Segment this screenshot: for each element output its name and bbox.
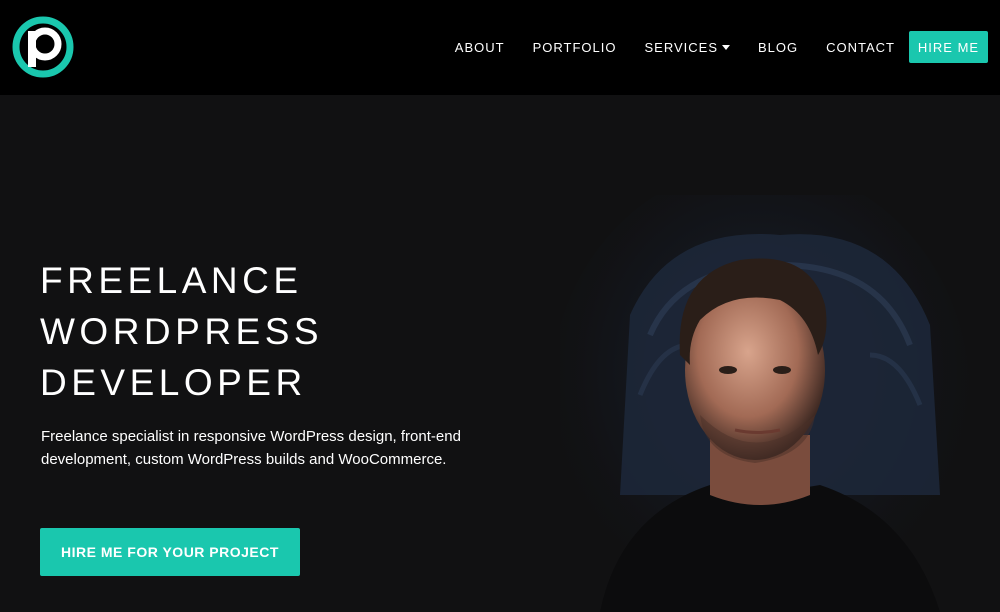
nav-about[interactable]: ABOUT (455, 40, 505, 55)
main-nav: ABOUT PORTFOLIO SERVICES BLOG CONTACT HI… (455, 31, 988, 63)
nav-services[interactable]: SERVICES (644, 40, 730, 55)
nav-services-label: SERVICES (644, 39, 718, 55)
hero-title-line-3: DEVELOPER (40, 362, 307, 403)
p-logo-icon[interactable] (12, 16, 74, 78)
nav-blog[interactable]: BLOG (758, 40, 798, 55)
hero-title-line-2: WORDPRESS (40, 311, 324, 352)
developer-portrait-image (560, 195, 970, 612)
caret-down-icon (722, 45, 730, 50)
hero-title: FREELANCE WORDPRESS DEVELOPER (40, 255, 323, 408)
nav-portfolio[interactable]: PORTFOLIO (533, 40, 617, 55)
hire-me-for-project-button[interactable]: HIRE ME FOR YOUR PROJECT (40, 528, 300, 576)
hire-me-button[interactable]: HIRE ME (909, 31, 988, 63)
hero-description: Freelance specialist in responsive WordP… (41, 428, 461, 468)
site-header: ABOUT PORTFOLIO SERVICES BLOG CONTACT HI… (0, 0, 1000, 95)
hero-title-line-1: FREELANCE (40, 260, 303, 301)
nav-contact[interactable]: CONTACT (826, 40, 895, 55)
